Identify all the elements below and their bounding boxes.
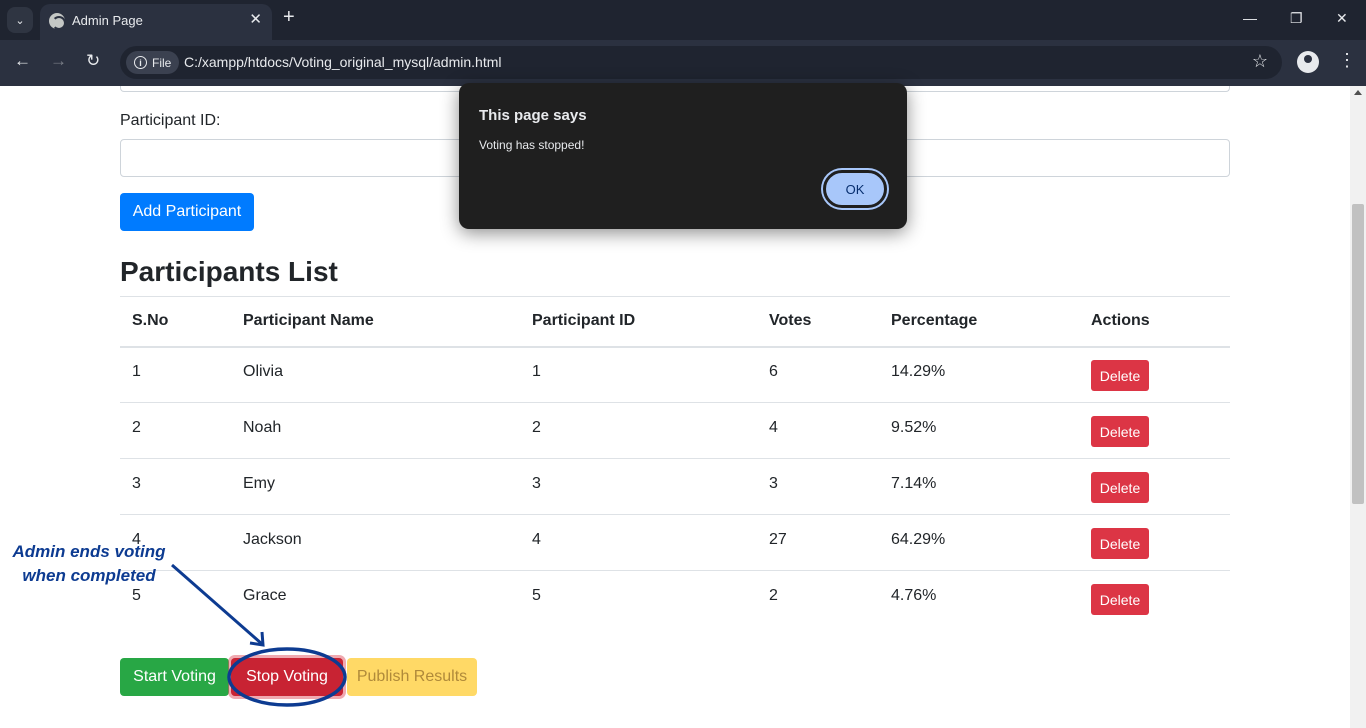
globe-icon xyxy=(49,13,66,30)
page-scrollbar[interactable] xyxy=(1350,86,1366,728)
url-text[interactable]: C:/xampp/htdocs/Voting_original_mysql/ad… xyxy=(184,54,502,70)
cell-percentage: 4.76% xyxy=(879,570,1079,627)
site-info-label: File xyxy=(152,55,172,70)
column-header: Actions xyxy=(1079,296,1230,348)
cell-votes: 27 xyxy=(757,514,879,571)
bookmark-star-icon[interactable]: ☆ xyxy=(1252,51,1268,72)
table-header-row: S.No Participant Name Participant ID Vot… xyxy=(120,296,1230,348)
cell-sno: 2 xyxy=(120,402,231,459)
cell-participant-id: 1 xyxy=(520,346,757,403)
cell-name: Olivia xyxy=(231,346,520,403)
forward-arrow-icon[interactable]: → xyxy=(50,51,67,71)
restore-icon[interactable]: ❐ xyxy=(1290,10,1303,27)
cell-votes: 6 xyxy=(757,346,879,403)
arrow-head-icon xyxy=(249,631,265,647)
table-row: 1 Olivia 1 6 14.29% Delete xyxy=(120,346,1230,403)
cell-sno: 3 xyxy=(120,458,231,515)
cell-sno: 1 xyxy=(120,346,231,403)
cell-percentage: 9.52% xyxy=(879,402,1079,459)
browser-toolbar: ← → ↻ i File C:/xampp/htdocs/Voting_orig… xyxy=(0,40,1366,86)
alert-dialog: This page says Voting has stopped! OK xyxy=(459,83,907,229)
dialog-message: Voting has stopped! xyxy=(479,138,585,152)
tab-admin-page[interactable]: Admin Page ✕ xyxy=(40,4,272,40)
cell-percentage: 7.14% xyxy=(879,458,1079,515)
participants-table: S.No Participant Name Participant ID Vot… xyxy=(120,296,1230,627)
participant-id-label: Participant ID: xyxy=(120,112,221,129)
info-icon: i xyxy=(134,56,147,69)
cell-participant-id: 2 xyxy=(520,402,757,459)
delete-button[interactable]: Delete xyxy=(1091,416,1149,447)
stop-voting-button[interactable]: Stop Voting xyxy=(231,658,343,696)
cell-name: Jackson xyxy=(231,514,520,571)
cell-name: Emy xyxy=(231,458,520,515)
address-bar[interactable]: i File C:/xampp/htdocs/Voting_original_m… xyxy=(120,46,1282,79)
delete-button[interactable]: Delete xyxy=(1091,528,1149,559)
delete-button[interactable]: Delete xyxy=(1091,584,1149,616)
table-row: 5 Grace 5 2 4.76% Delete xyxy=(120,570,1230,627)
dialog-title: This page says xyxy=(479,107,587,124)
table-row: 3 Emy 3 3 7.14% Delete xyxy=(120,458,1230,515)
column-header: Participant ID xyxy=(520,296,757,348)
cell-votes: 4 xyxy=(757,402,879,459)
tab-search-chevron-icon[interactable]: ⌄ xyxy=(7,7,33,33)
scroll-up-arrow-icon[interactable] xyxy=(1354,90,1362,95)
column-header: S.No xyxy=(120,296,231,348)
window-close-icon[interactable]: ✕ xyxy=(1336,10,1348,27)
annotation-callout: Admin ends voting when completed xyxy=(4,540,174,588)
ok-button[interactable]: OK xyxy=(823,170,887,208)
cell-name: Grace xyxy=(231,570,520,627)
cell-votes: 3 xyxy=(757,458,879,515)
annotation-line-1: Admin ends voting xyxy=(12,542,166,561)
cell-participant-id: 3 xyxy=(520,458,757,515)
scroll-thumb[interactable] xyxy=(1352,204,1364,504)
reload-icon[interactable]: ↻ xyxy=(86,51,100,71)
add-participant-button[interactable]: Add Participant xyxy=(120,193,254,231)
column-header: Votes xyxy=(757,296,879,348)
minimize-icon[interactable]: — xyxy=(1243,10,1257,26)
cell-name: Noah xyxy=(231,402,520,459)
cell-percentage: 14.29% xyxy=(879,346,1079,403)
participants-list-heading: Participants List xyxy=(120,256,338,287)
tab-bar: ⌄ Admin Page ✕ + — ❐ ✕ xyxy=(0,0,1366,40)
column-header: Percentage xyxy=(879,296,1079,348)
back-arrow-icon[interactable]: ← xyxy=(14,51,31,71)
delete-button[interactable]: Delete xyxy=(1091,472,1149,503)
publish-results-button[interactable]: Publish Results xyxy=(347,658,477,696)
cell-participant-id: 4 xyxy=(520,514,757,571)
table-row: 4 Jackson 4 27 64.29% Delete xyxy=(120,514,1230,571)
cell-percentage: 64.29% xyxy=(879,514,1079,571)
cell-votes: 2 xyxy=(757,570,879,627)
annotation-line-2: when completed xyxy=(22,566,156,585)
column-header: Participant Name xyxy=(231,296,520,348)
site-info-chip[interactable]: i File xyxy=(126,51,180,74)
new-tab-plus-icon[interactable]: + xyxy=(283,6,295,29)
menu-kebab-icon[interactable]: ⋮ xyxy=(1338,50,1356,71)
profile-avatar-icon[interactable] xyxy=(1297,51,1319,73)
delete-button[interactable]: Delete xyxy=(1091,360,1149,392)
tab-title: Admin Page xyxy=(72,13,143,28)
start-voting-button[interactable]: Start Voting xyxy=(120,658,229,696)
cell-participant-id: 5 xyxy=(520,570,757,627)
table-row: 2 Noah 2 4 9.52% Delete xyxy=(120,402,1230,459)
tab-close-icon[interactable]: ✕ xyxy=(249,10,262,28)
